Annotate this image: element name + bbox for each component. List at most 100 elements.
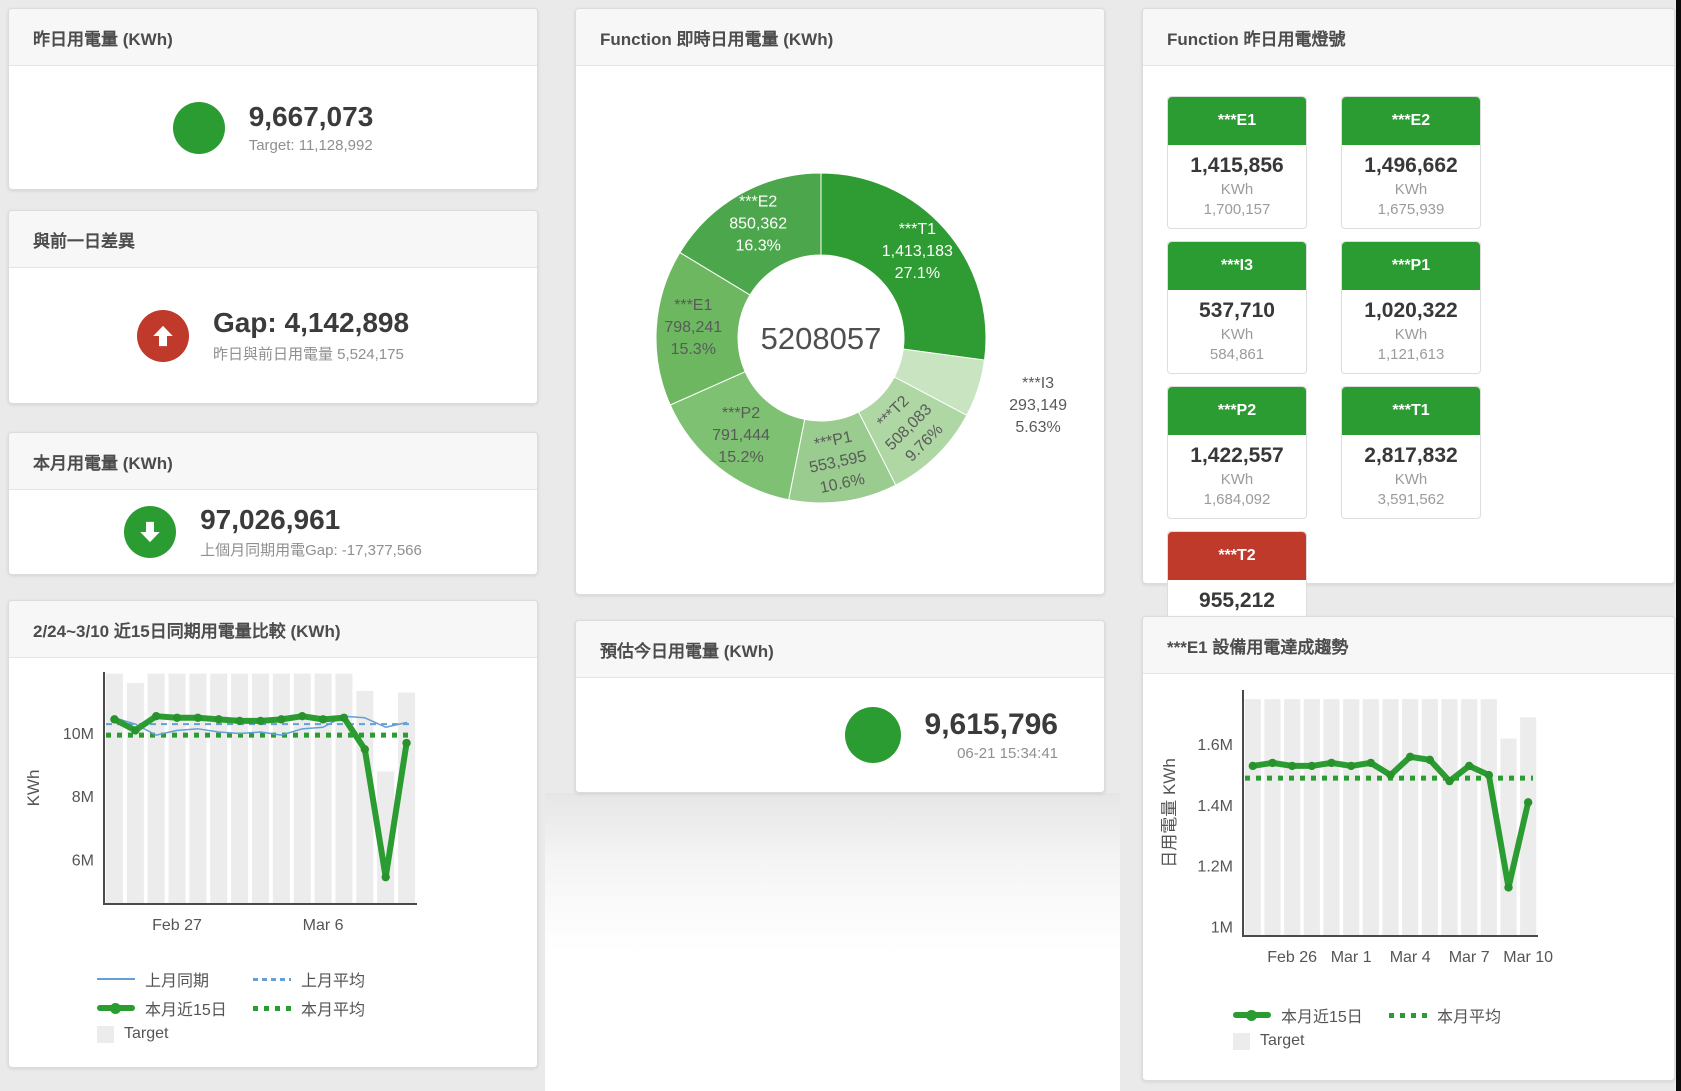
card-15day-compare-body: 6M8M10MFeb 27Mar 6KWh 上月同期上月平均本月近15日 本月平均…: [9, 658, 537, 1067]
estimate-timestamp: 06-21 15:34:41: [925, 745, 1058, 762]
legend-swatch-box-icon: [1233, 1033, 1250, 1050]
legend-item-Target[interactable]: Target: [1233, 1032, 1385, 1050]
legend-item-上月同期[interactable]: 上月同期: [97, 967, 249, 991]
legend-swatch-solid-icon: [97, 978, 135, 980]
dashboard-page: 昨日用電量 (KWh) 9,667,073 Target: 11,128,992…: [0, 0, 1681, 1091]
card-month-usage: 本月用電量 (KWh) 97,026,961 上個月同期用電Gap: -17,3…: [8, 432, 538, 575]
legend-label: Target: [1260, 1032, 1304, 1050]
target-bar: [1284, 699, 1300, 936]
y-tick-label: 1.6M: [1197, 737, 1233, 754]
device-tile-I3: ***I3537,710KWh584,861: [1167, 241, 1307, 374]
series-point: [1249, 762, 1257, 770]
target-bar: [1245, 699, 1261, 936]
target-bar: [127, 683, 144, 904]
status-circle-green-icon: [845, 707, 901, 763]
device-tile-unit: KWh: [1342, 326, 1480, 343]
legend-item-本月近15日[interactable]: 本月近15日: [1233, 1003, 1385, 1027]
x-tick-label: Mar 7: [1449, 949, 1490, 966]
e1-trend-line-chart[interactable]: 1M1.2M1.4M1.6MFeb 26Mar 1Mar 4Mar 7Mar 1…: [1143, 674, 1674, 996]
series-point: [1485, 771, 1493, 779]
legend-label: 本月近15日: [1281, 1003, 1363, 1027]
legend-row: Target: [1233, 1032, 1674, 1050]
legend-row: 本月近15日 本月平均: [97, 996, 537, 1020]
legend-row: Target: [97, 1025, 537, 1043]
series-point: [215, 715, 223, 723]
series-point: [1288, 762, 1296, 770]
y-tick-label: 6M: [72, 852, 94, 869]
screen-edge-strip: [1676, 0, 1681, 1091]
day-gap-value: Gap: 4,142,898: [213, 307, 409, 339]
series-point: [1347, 762, 1355, 770]
series-point: [319, 715, 327, 723]
x-tick-label: Feb 26: [1267, 949, 1317, 966]
legend-item-本月近15日[interactable]: 本月近15日: [97, 996, 249, 1020]
target-bar: [294, 674, 311, 904]
series-point: [110, 715, 118, 723]
yesterday-value: 9,667,073: [249, 101, 374, 133]
background-fade: [545, 793, 1120, 1091]
x-tick-label: Feb 27: [152, 917, 202, 934]
series-point: [1327, 759, 1335, 767]
device-tile-unit: KWh: [1168, 326, 1306, 343]
series-point: [1406, 753, 1414, 761]
month-value: 97,026,961: [200, 504, 422, 536]
target-bar: [210, 674, 227, 904]
target-bar: [1441, 699, 1457, 936]
legend-item-上月平均[interactable]: 上月平均: [253, 967, 405, 991]
realtime-usage-donut-chart[interactable]: ***T11,413,18327.1%***I3293,1495.63%***T…: [576, 66, 1104, 590]
legend-row: 本月近15日 本月平均: [1233, 1003, 1674, 1027]
target-bar: [148, 674, 165, 904]
card-15day-compare-chart: 2/24~3/10 近15日同期用電量比較 (KWh) 6M8M10MFeb 2…: [8, 600, 538, 1068]
card-realtime-donut-title: Function 即時日用電量 (KWh): [576, 9, 1104, 66]
legend-item-本月平均[interactable]: 本月平均: [253, 996, 405, 1020]
device-tile-E1: ***E11,415,856KWh1,700,157: [1167, 96, 1307, 229]
device-tile-unit: KWh: [1342, 471, 1480, 488]
y-axis-label: 日用電量 KWh: [1160, 758, 1179, 868]
legend-swatch-thick-icon: [97, 1005, 135, 1011]
device-tile-status-header: ***T2: [1168, 532, 1306, 580]
status-circle-green-icon: [173, 102, 225, 154]
legend-label: 本月近15日: [145, 996, 227, 1020]
legend-swatch-dotted-icon: [1389, 1013, 1427, 1018]
series-point: [152, 712, 160, 720]
device-tile-grid: ***E11,415,856KWh1,700,157***E21,496,662…: [1143, 66, 1674, 664]
target-bar: [1402, 699, 1418, 936]
y-tick-label: 1.2M: [1197, 859, 1233, 876]
compare-line-chart[interactable]: 6M8M10MFeb 27Mar 6KWh: [9, 658, 537, 960]
legend-row: 上月同期上月平均: [97, 967, 537, 991]
device-tile-target: 1,700,157: [1168, 201, 1306, 218]
card-day-gap-title: 與前一日差異: [9, 211, 537, 268]
card-realtime-donut: Function 即時日用電量 (KWh) ***T11,413,18327.1…: [575, 8, 1105, 595]
series-point: [1524, 798, 1532, 806]
device-tile-value: 955,212: [1168, 589, 1306, 613]
target-bar: [335, 674, 352, 904]
compare-chart-legend: 上月同期上月平均本月近15日 本月平均Target: [97, 967, 537, 1043]
device-tile-value: 1,415,856: [1168, 154, 1306, 178]
card-e1-trend-body: 1M1.2M1.4M1.6MFeb 26Mar 1Mar 4Mar 7Mar 1…: [1143, 674, 1674, 1080]
device-tile-target: 1,675,939: [1342, 201, 1480, 218]
series-point: [1308, 762, 1316, 770]
yesterday-target: Target: 11,128,992: [249, 137, 374, 154]
arrow-down-icon: [124, 506, 176, 558]
month-gap-subtitle: 上個月同期用電Gap: -17,377,566: [200, 539, 422, 560]
series-point: [1268, 759, 1276, 767]
device-tile-T1: ***T12,817,832KWh3,591,562: [1341, 386, 1481, 519]
legend-item-本月平均[interactable]: 本月平均: [1389, 1003, 1541, 1027]
legend-item-Target[interactable]: Target: [97, 1025, 249, 1043]
series-point: [1445, 777, 1453, 785]
target-bar: [1264, 699, 1280, 936]
series-point: [131, 726, 139, 734]
device-tile-status-header: ***P2: [1168, 387, 1306, 435]
target-bar: [1500, 739, 1516, 936]
card-yesterday-title: 昨日用電量 (KWh): [9, 9, 537, 66]
donut-center-total: 5208057: [761, 321, 882, 356]
device-tile-P1: ***P11,020,322KWh1,121,613: [1341, 241, 1481, 374]
legend-swatch-dashed-icon: [253, 978, 291, 981]
device-tile-value: 1,020,322: [1342, 299, 1480, 323]
device-tile-status-header: ***I3: [1168, 242, 1306, 290]
card-15day-compare-title: 2/24~3/10 近15日同期用電量比較 (KWh): [9, 601, 537, 658]
device-tile-P2: ***P21,422,557KWh1,684,092: [1167, 386, 1307, 519]
donut-slice-label: ***I3293,1495.63%: [1009, 375, 1067, 436]
device-tile-status-header: ***T1: [1342, 387, 1480, 435]
series-point: [1426, 756, 1434, 764]
